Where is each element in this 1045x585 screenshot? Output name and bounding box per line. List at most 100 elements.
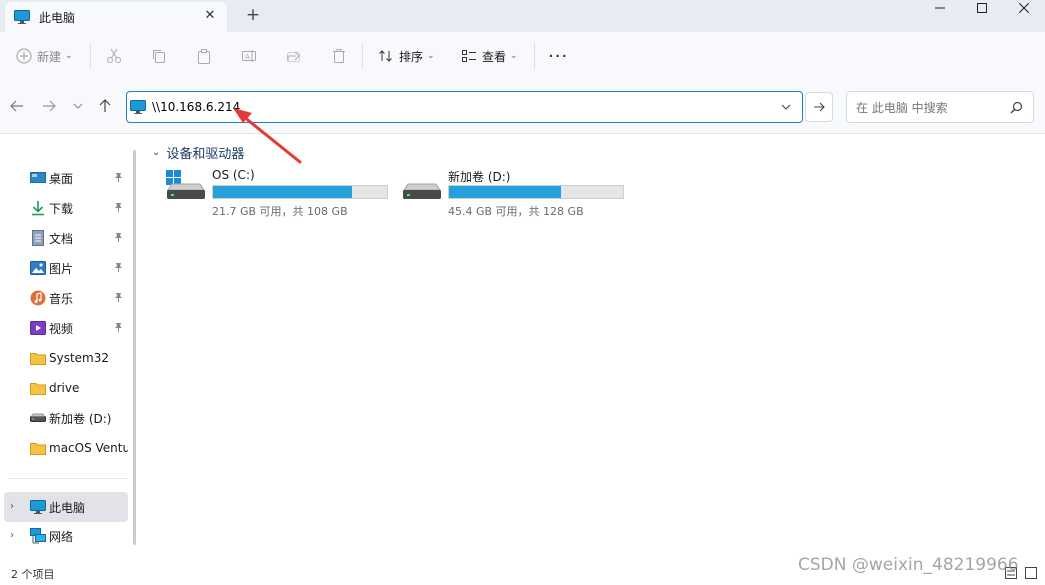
monitor-icon	[30, 500, 46, 514]
pin-icon	[114, 322, 123, 335]
arrow-right-icon	[43, 100, 56, 112]
delete-button[interactable]	[331, 43, 347, 69]
sidebar-scrollbar[interactable]	[133, 150, 136, 545]
drive-icon	[403, 183, 441, 199]
chevron-down-icon: ⌄	[152, 147, 161, 158]
sidebar-item-music[interactable]: 音乐	[0, 283, 128, 313]
pin-icon	[114, 292, 123, 305]
sidebar-item-label: macOS Ventur	[49, 441, 128, 455]
cut-button[interactable]	[106, 43, 122, 69]
rename-button[interactable]: A	[241, 43, 257, 69]
address-row: \\10.168.6.214 在 此电脑 中搜索	[0, 80, 1045, 134]
sidebar-item-label: System32	[49, 351, 110, 365]
chevron-right-icon[interactable]: ›	[10, 530, 14, 541]
chevron-down-icon: ⌄	[510, 51, 518, 61]
copy-button[interactable]	[151, 43, 167, 69]
maximize-button[interactable]	[959, 0, 1005, 16]
sidebar-item-volume-d[interactable]: 新加卷 (D:)	[0, 403, 128, 433]
share-button[interactable]	[286, 43, 302, 69]
close-tab-icon[interactable]: ✕	[203, 9, 217, 23]
search-icon	[1010, 101, 1023, 114]
tab-title: 此电脑	[39, 10, 76, 25]
download-icon	[32, 201, 44, 216]
sidebar-item-label: 网络	[49, 529, 74, 544]
sidebar-item-downloads[interactable]: 下载	[0, 193, 128, 223]
folder-icon	[30, 443, 46, 455]
tab-this-pc[interactable]: 此电脑 ✕	[5, 2, 227, 32]
search-input[interactable]: 在 此电脑 中搜索	[846, 91, 1034, 123]
maximize-icon	[977, 3, 987, 13]
drive-icon	[30, 413, 46, 422]
new-label: 新建	[37, 49, 62, 64]
sidebar-item-label: 新加卷 (D:)	[49, 411, 112, 426]
sort-button[interactable]: 排序 ⌄	[378, 43, 435, 69]
sidebar-item-documents[interactable]: 文档	[0, 223, 128, 253]
drive-space-info: 21.7 GB 可用，共 108 GB	[212, 205, 348, 218]
drive-usage-bar	[448, 185, 624, 199]
sidebar-item-system32[interactable]: System32	[0, 343, 128, 373]
up-button[interactable]	[96, 97, 114, 115]
back-button[interactable]	[8, 97, 26, 115]
sort-label: 排序	[399, 49, 424, 64]
plus-circle-icon	[16, 48, 32, 64]
sidebar-item-desktop[interactable]: 桌面	[0, 163, 128, 193]
sidebar-item-videos[interactable]: 视频	[0, 313, 128, 343]
content-pane: ⌄ 设备和驱动器 OS (C:) 21.7 GB 可用，共 108 GB 新加卷…	[144, 134, 1045, 562]
view-list-icon	[462, 50, 476, 62]
clipboard-icon	[198, 49, 210, 64]
close-window-button[interactable]	[1001, 0, 1045, 16]
pin-icon	[114, 232, 123, 245]
minimize-button[interactable]	[917, 0, 963, 16]
video-icon	[30, 321, 46, 335]
pictures-icon	[30, 261, 46, 275]
rename-icon: A	[242, 50, 256, 62]
chevron-down-icon: ⌄	[427, 51, 435, 61]
chevron-down-icon: ⌄	[65, 51, 73, 61]
svg-text:A: A	[245, 53, 250, 61]
scissors-icon	[107, 48, 121, 63]
network-icon	[30, 528, 46, 544]
chevron-down-icon[interactable]	[780, 101, 792, 113]
arrow-right-icon	[814, 102, 825, 112]
new-button[interactable]: 新建 ⌄	[16, 43, 73, 69]
drive-usage-bar	[212, 185, 388, 199]
drive-usage-fill	[449, 186, 562, 198]
toolbar-divider	[534, 43, 535, 69]
sidebar-item-pictures[interactable]: 图片	[0, 253, 128, 283]
devices-group-header[interactable]: ⌄ 设备和驱动器	[152, 143, 244, 162]
group-title: 设备和驱动器	[166, 147, 245, 162]
navigation-pane: 桌面 下载 文档 图片 音乐 视频 System32 drive 新加卷 (D:…	[0, 134, 132, 562]
monitor-icon	[130, 100, 146, 114]
chevron-right-icon[interactable]: ›	[10, 501, 14, 512]
new-tab-button[interactable]: +	[244, 6, 262, 24]
forward-button[interactable]	[40, 97, 58, 115]
address-bar[interactable]: \\10.168.6.214	[126, 91, 803, 123]
tiles-view-icon[interactable]	[1025, 567, 1037, 579]
arrow-up-icon	[99, 99, 111, 112]
more-icon: ···	[548, 45, 569, 67]
paste-button[interactable]	[196, 43, 212, 69]
pin-icon	[114, 172, 123, 185]
sidebar-divider	[8, 478, 128, 479]
title-bar: 此电脑 ✕ +	[0, 0, 1045, 32]
sidebar-item-this-pc[interactable]: › 此电脑	[4, 492, 128, 522]
drive-space-info: 45.4 GB 可用，共 128 GB	[448, 205, 584, 218]
sidebar-item-network[interactable]: › 网络	[0, 521, 128, 551]
drive-name: 新加卷 (D:)	[448, 170, 511, 184]
view-label: 查看	[482, 49, 507, 64]
drive-item-c[interactable]: OS (C:) 21.7 GB 可用，共 108 GB	[166, 168, 406, 218]
drive-item-d[interactable]: 新加卷 (D:) 45.4 GB 可用，共 128 GB	[402, 168, 642, 218]
view-button[interactable]: 查看 ⌄	[461, 43, 518, 69]
sidebar-item-drive[interactable]: drive	[0, 373, 128, 403]
share-icon	[287, 51, 300, 62]
recent-locations-button[interactable]	[69, 97, 87, 115]
chevron-down-icon	[73, 103, 83, 109]
sort-icon	[379, 50, 392, 62]
address-input[interactable]: \\10.168.6.214	[152, 100, 240, 114]
drive-usage-fill	[213, 186, 353, 198]
toolbar-divider	[90, 43, 91, 69]
more-options-button[interactable]: ···	[548, 43, 568, 69]
go-button[interactable]	[805, 92, 833, 122]
command-bar: 新建 ⌄ A 排序 ⌄ 查看 ⌄ ···	[0, 32, 1045, 80]
sidebar-item-macos-ventura[interactable]: macOS Ventur	[0, 433, 128, 463]
